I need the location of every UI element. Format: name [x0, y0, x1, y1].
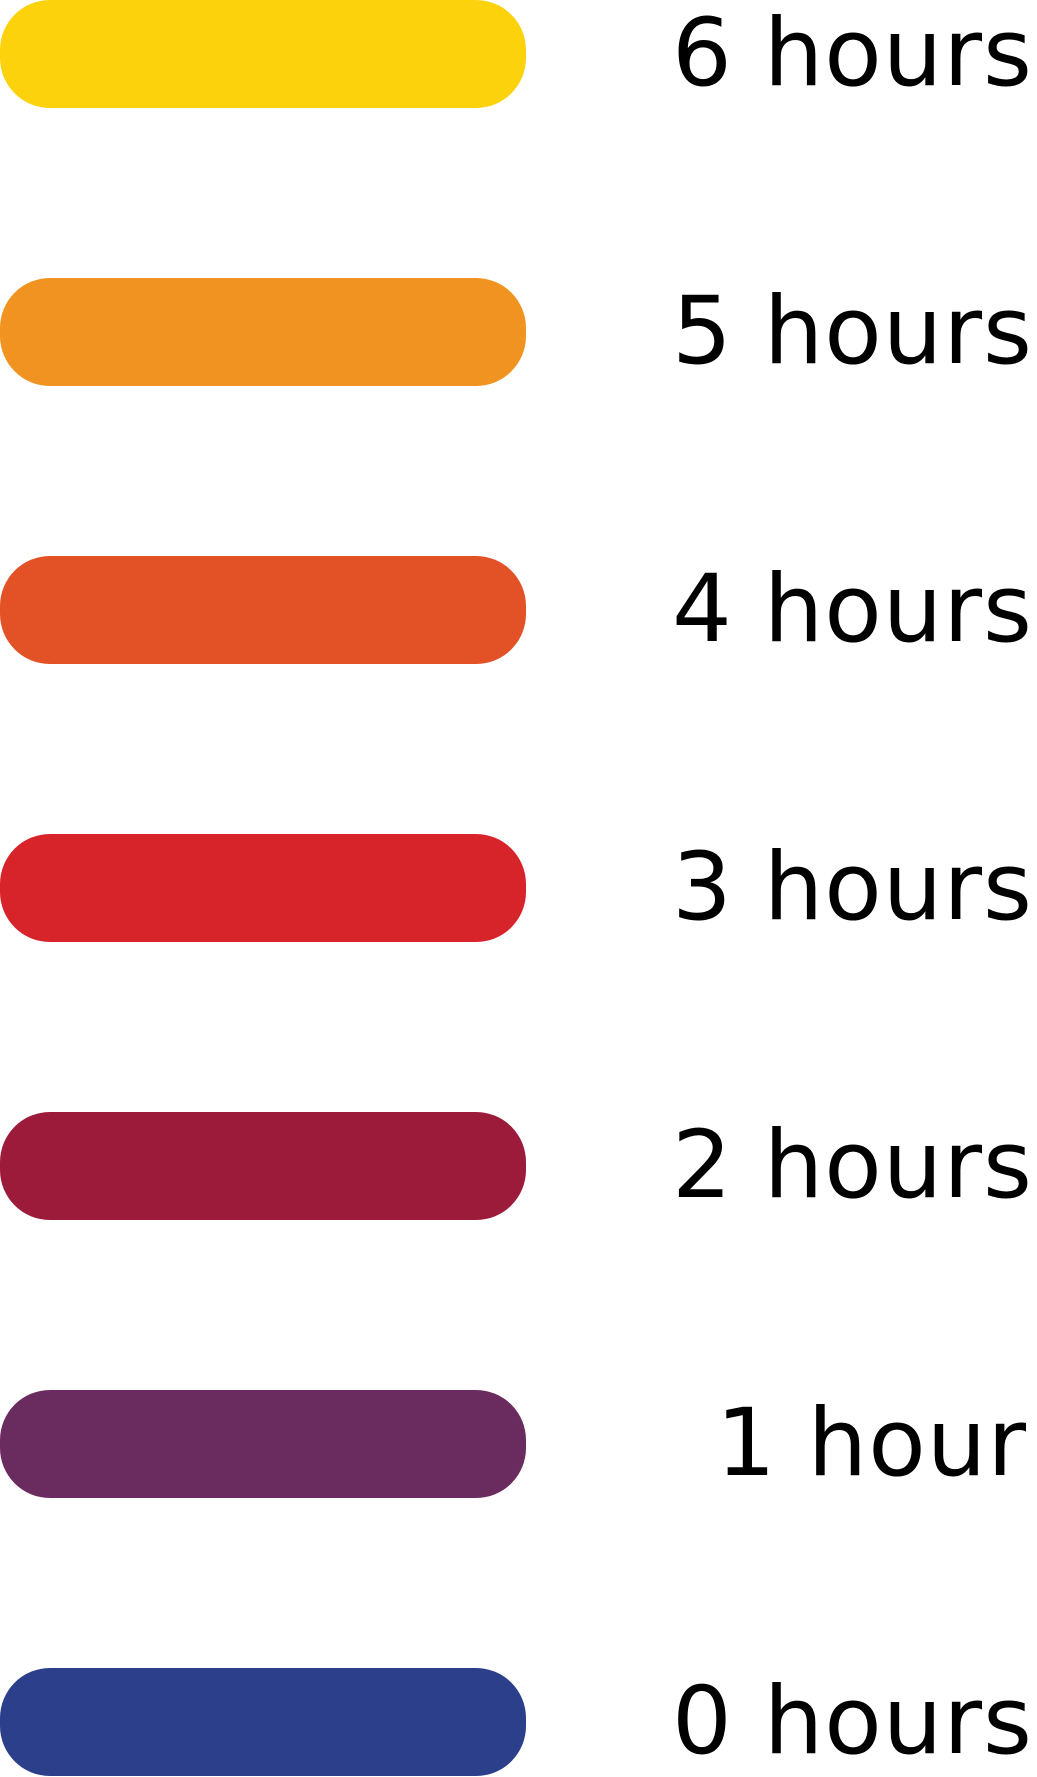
- legend-label: 1 hour: [716, 1389, 1027, 1498]
- color-legend: 6 hours 5 hours 4 hours 3 hours 2 hours …: [0, 0, 1037, 1777]
- legend-swatch: [0, 834, 526, 942]
- legend-label: 2 hours: [672, 1111, 1033, 1220]
- legend-label: 6 hours: [672, 0, 1033, 108]
- legend-item-1-hour: 1 hour: [0, 1390, 1037, 1498]
- legend-item-3-hours: 3 hours: [0, 834, 1037, 942]
- legend-label: 4 hours: [672, 555, 1033, 664]
- legend-item-4-hours: 4 hours: [0, 556, 1037, 664]
- legend-swatch: [0, 278, 526, 386]
- legend-label: 5 hours: [672, 277, 1033, 386]
- legend-item-5-hours: 5 hours: [0, 278, 1037, 386]
- legend-label: 0 hours: [672, 1667, 1033, 1776]
- legend-item-2-hours: 2 hours: [0, 1112, 1037, 1220]
- legend-item-0-hours: 0 hours: [0, 1668, 1037, 1776]
- legend-swatch: [0, 1112, 526, 1220]
- legend-label: 3 hours: [672, 833, 1033, 942]
- legend-swatch: [0, 1390, 526, 1498]
- legend-swatch: [0, 556, 526, 664]
- legend-swatch: [0, 0, 526, 108]
- legend-swatch: [0, 1668, 526, 1776]
- legend-item-6-hours: 6 hours: [0, 0, 1037, 108]
